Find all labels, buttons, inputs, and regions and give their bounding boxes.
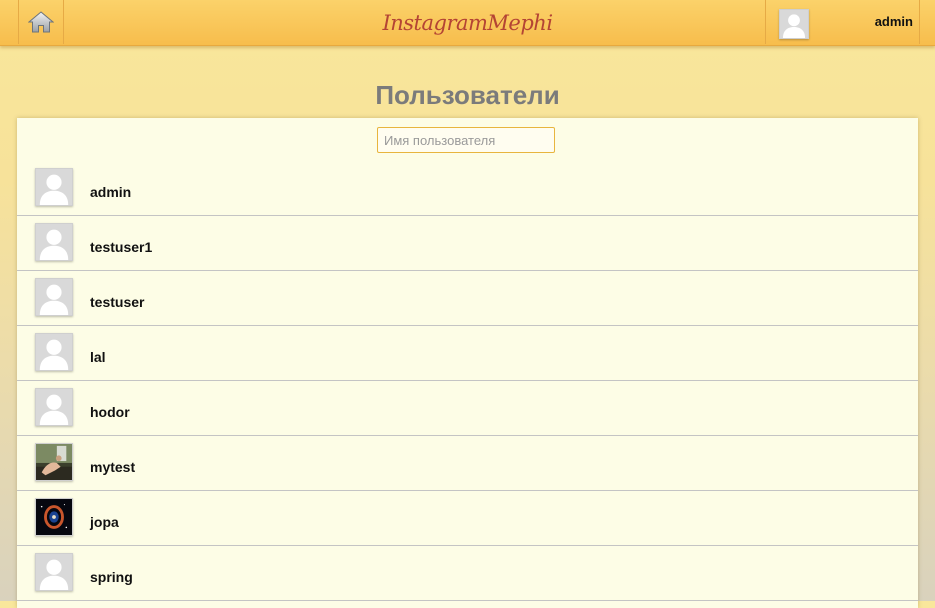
default-avatar-icon xyxy=(36,224,72,260)
username-search-input[interactable] xyxy=(377,127,555,153)
home-button[interactable] xyxy=(18,0,64,44)
user-name-link[interactable]: testuser xyxy=(90,294,144,310)
user-avatar[interactable] xyxy=(35,388,73,426)
user-avatar[interactable] xyxy=(35,223,73,261)
user-avatar[interactable] xyxy=(35,278,73,316)
current-user-menu[interactable]: admin xyxy=(765,0,920,44)
photo-avatar-hand xyxy=(36,444,72,480)
default-avatar-icon xyxy=(780,10,808,38)
default-avatar-icon xyxy=(36,389,72,425)
top-navigation-bar: InstagramMephi admin xyxy=(0,0,935,46)
photo-avatar-nebula xyxy=(36,499,72,535)
users-list: admin testuser1 testuser lal hodor mytes… xyxy=(17,161,918,601)
user-avatar[interactable] xyxy=(35,553,73,591)
user-list-item[interactable]: spring xyxy=(17,546,918,601)
user-name-link[interactable]: admin xyxy=(90,184,131,200)
user-list-item[interactable]: jopa xyxy=(17,491,918,546)
user-list-item[interactable]: testuser1 xyxy=(17,216,918,271)
default-avatar-icon xyxy=(36,554,72,590)
user-avatar[interactable] xyxy=(35,168,73,206)
brand-logo[interactable]: InstagramMephi xyxy=(382,11,553,35)
current-user-avatar xyxy=(779,9,809,39)
default-avatar-icon xyxy=(36,169,72,205)
default-avatar-icon xyxy=(36,334,72,370)
page-title: Пользователи xyxy=(375,80,560,110)
user-name-link[interactable]: lal xyxy=(90,349,106,365)
user-name-link[interactable]: mytest xyxy=(90,459,135,475)
default-avatar-icon xyxy=(36,279,72,315)
user-list-item[interactable]: hodor xyxy=(17,381,918,436)
user-name-link[interactable]: hodor xyxy=(90,404,130,420)
users-panel: admin testuser1 testuser lal hod xyxy=(17,118,918,608)
home-icon xyxy=(28,11,54,33)
user-list-item[interactable]: lal xyxy=(17,326,918,381)
current-user-name: admin xyxy=(874,14,913,29)
user-list-item[interactable]: testuser xyxy=(17,271,918,326)
user-avatar[interactable] xyxy=(35,443,73,481)
user-list-item[interactable]: mytest xyxy=(17,436,918,491)
user-list-item[interactable]: admin xyxy=(17,161,918,216)
user-name-link[interactable]: testuser1 xyxy=(90,239,152,255)
user-avatar[interactable] xyxy=(35,333,73,371)
user-avatar[interactable] xyxy=(35,498,73,536)
user-name-link[interactable]: jopa xyxy=(90,514,119,530)
user-name-link[interactable]: spring xyxy=(90,569,133,585)
